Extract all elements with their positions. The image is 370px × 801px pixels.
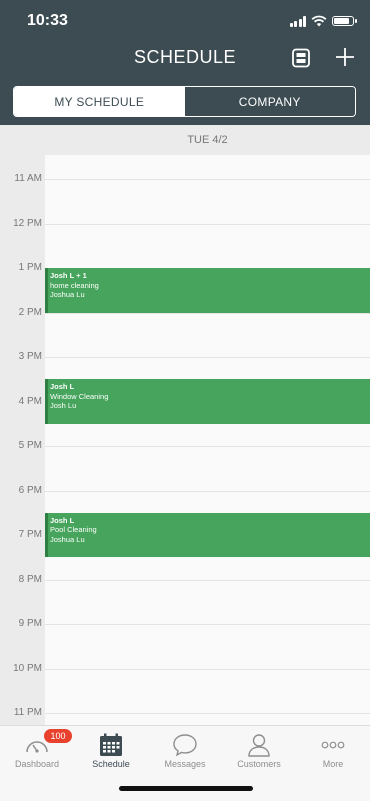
tab-schedule-label: Schedule [92, 759, 130, 769]
hour-gridline [45, 357, 370, 358]
messages-icon [173, 734, 197, 757]
schedule-segmented-control: MY SCHEDULE COMPANY [13, 86, 356, 117]
hour-label: 12 PM [13, 217, 42, 229]
hour-label: 10 PM [13, 662, 42, 674]
status-icons [289, 15, 357, 27]
dashboard-badge: 100 [44, 729, 72, 743]
hour-gridline [45, 668, 370, 670]
hour-label: 11 PM [13, 707, 42, 718]
add-icon[interactable] [334, 46, 356, 70]
tab-more-label: More [322, 759, 344, 769]
tab-my-schedule[interactable]: MY SCHEDULE [14, 87, 185, 116]
event-assignee: Josh Lu [50, 401, 77, 411]
tab-schedule[interactable]: Schedule [74, 726, 148, 776]
calendar-icon [100, 733, 122, 756]
tab-customers[interactable]: Customers [222, 726, 296, 776]
tab-dashboard[interactable]: 100 Dashboard [0, 726, 74, 776]
hour-gridline [45, 490, 370, 492]
hour-gridline [45, 223, 370, 225]
hour-label: 9 PM [18, 618, 42, 629]
hour-label: 2 PM [18, 306, 42, 318]
event-service: home cleaning [50, 280, 99, 290]
hour-label: 3 PM [18, 351, 42, 362]
tab-customers-label: Customers [237, 759, 281, 769]
event-assignee: Joshua Lu [50, 534, 85, 544]
hour-gridline [45, 179, 370, 180]
battery-icon [332, 16, 357, 26]
home-indicator [119, 786, 253, 791]
event-service: Pool Cleaning [50, 525, 97, 535]
event-block[interactable]: Josh L Pool Cleaning Joshua Lu [45, 512, 370, 558]
event-title: Josh L [50, 382, 75, 392]
event-assignee: Joshua Lu [50, 290, 85, 299]
day-header: TUE 4/2 [0, 125, 370, 155]
hour-label: 5 PM [18, 440, 42, 451]
day-label: TUE 4/2 [187, 134, 228, 146]
customers-icon [248, 734, 270, 757]
hour-label: 11 AM [14, 173, 42, 184]
hour-label: 1 PM [18, 262, 42, 273]
hour-gridline [45, 713, 370, 714]
hour-label: 4 PM [18, 395, 42, 407]
tab-company[interactable]: COMPANY [184, 87, 355, 116]
wifi-icon [311, 15, 327, 27]
hour-gridline [45, 579, 370, 581]
event-block[interactable]: Josh L Window Cleaning Josh Lu [45, 379, 370, 424]
hour-gridline [45, 624, 370, 625]
status-time: 10:33 [27, 12, 68, 29]
tab-messages[interactable]: Messages [148, 726, 222, 776]
hour-label: 8 PM [18, 573, 42, 585]
signal-icon [289, 15, 306, 27]
event-title: Josh L [50, 515, 75, 525]
tab-more[interactable]: More [296, 726, 370, 776]
tab-messages-label: Messages [164, 759, 206, 769]
calendar-view-icon[interactable] [291, 48, 311, 68]
hour-gridline [45, 446, 370, 447]
event-block[interactable]: Josh L + 1 home cleaning Joshua Lu [45, 268, 370, 313]
day-grid[interactable] [45, 155, 370, 725]
more-icon [321, 741, 345, 749]
event-service: Window Cleaning [50, 391, 109, 401]
event-title: Josh L + 1 [50, 271, 87, 280]
tab-dashboard-label: Dashboard [14, 759, 60, 769]
page-title: SCHEDULE [133, 47, 237, 67]
hour-gridline [45, 312, 370, 314]
hour-label: 6 PM [18, 484, 42, 496]
app-header: 10:33 SCHEDULE MY SCHEDULE COMPANY [0, 0, 370, 125]
hour-label: 7 PM [18, 529, 42, 540]
